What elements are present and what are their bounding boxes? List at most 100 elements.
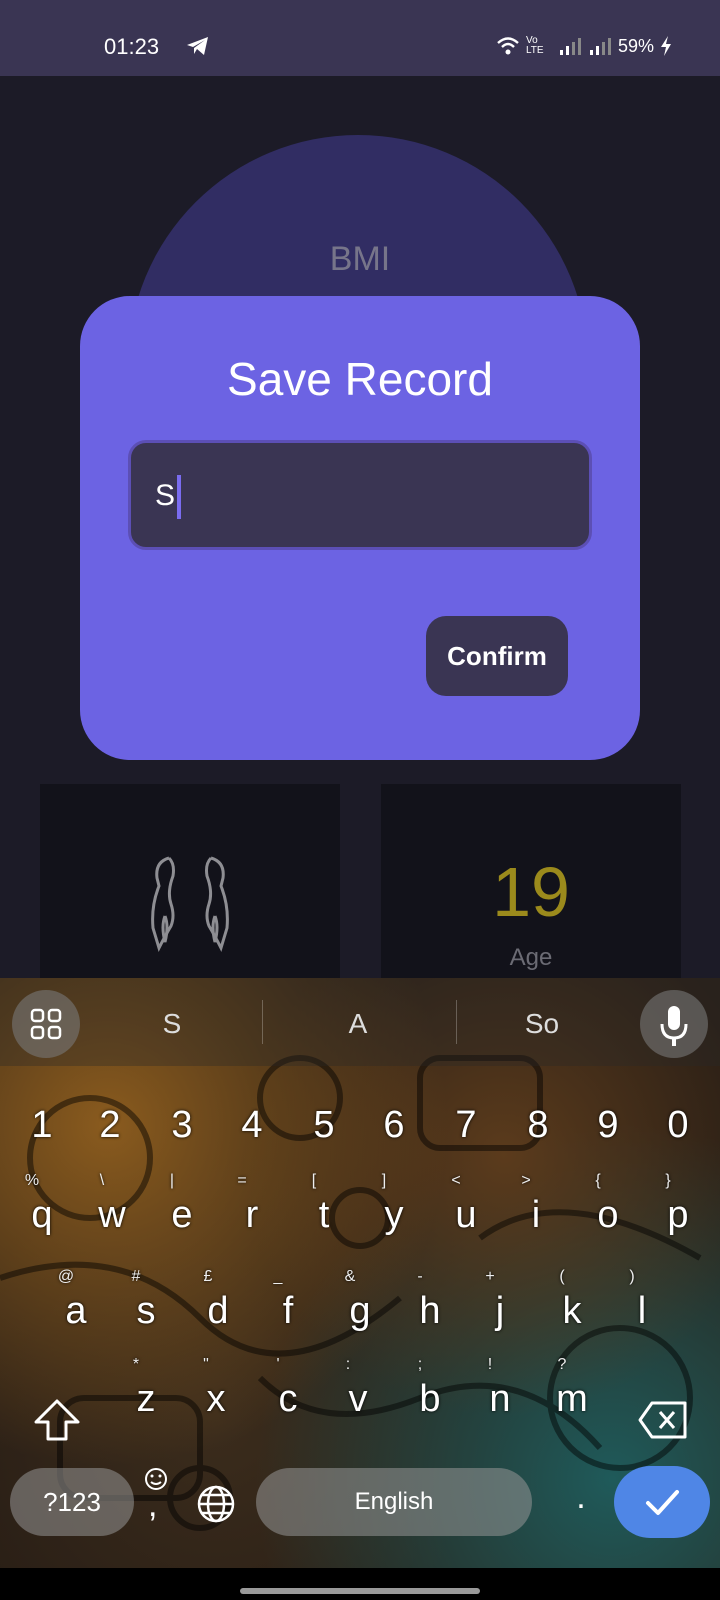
suggestion-divider [262, 1000, 263, 1044]
key-label: o [597, 1194, 619, 1236]
bmi-label: BMI [329, 240, 391, 278]
wifi-icon [497, 37, 519, 55]
key-u[interactable]: < u [436, 1172, 496, 1237]
dialog-title: Save Record [227, 353, 493, 405]
body-icon [151, 856, 229, 953]
key-label: d [207, 1290, 229, 1332]
gender-card[interactable] [40, 784, 340, 984]
key-6[interactable]: 6 [364, 1104, 424, 1147]
shift-icon[interactable] [32, 1398, 82, 1442]
key-label: n [489, 1378, 511, 1420]
key-m[interactable]: ? m [542, 1356, 602, 1421]
key-label: u [455, 1194, 477, 1236]
key-hint: = [237, 1172, 247, 1189]
key-hint: # [131, 1268, 141, 1285]
key-label: g [349, 1290, 371, 1332]
key-r[interactable]: = r [222, 1172, 282, 1237]
key-hint: % [24, 1172, 40, 1189]
age-label: Age [509, 944, 553, 971]
key-i[interactable]: > i [506, 1172, 566, 1237]
key-h[interactable]: -h [400, 1268, 460, 1333]
key-label: j [495, 1290, 505, 1332]
key-8[interactable]: 8 [508, 1104, 568, 1147]
key-label: x [206, 1378, 226, 1420]
status-indicators: Vo LTE 59% [496, 34, 672, 58]
key-label: a [65, 1290, 87, 1332]
signal-icon-2 [589, 38, 611, 55]
key-hint: _ [273, 1268, 283, 1285]
key-7[interactable]: 7 [436, 1104, 496, 1147]
save-record-dialog: Save Record S Confirm [80, 296, 640, 760]
voice-input-button[interactable] [640, 990, 708, 1058]
key-a[interactable]: @ a [46, 1268, 106, 1333]
key-5[interactable]: 5 [294, 1104, 354, 1147]
suggestion-1[interactable]: S [112, 1008, 232, 1040]
record-name-value: S [155, 479, 176, 512]
key-hint: ( [559, 1268, 565, 1285]
globe-icon[interactable] [196, 1484, 236, 1524]
key-0[interactable]: 0 [648, 1104, 708, 1147]
key-1[interactable]: 1 [12, 1104, 72, 1147]
key-label: w [98, 1194, 126, 1236]
key-hint: < [451, 1172, 461, 1189]
key-hint: + [485, 1268, 495, 1285]
key-label: l [637, 1290, 647, 1332]
key-x[interactable]: " x [186, 1356, 246, 1421]
key-z[interactable]: * z [116, 1356, 176, 1421]
key-j[interactable]: + j [470, 1268, 530, 1333]
key-c[interactable]: ' c [258, 1356, 318, 1421]
symbols-key[interactable]: ?123 [10, 1468, 134, 1536]
key-l[interactable]: ) l [612, 1268, 672, 1333]
key-label: s [136, 1290, 156, 1332]
suggestion-2[interactable]: A [298, 1008, 418, 1040]
key-4[interactable]: 4 [222, 1104, 282, 1147]
key-label: c [278, 1378, 298, 1420]
key-hint: | [169, 1172, 175, 1189]
key-9[interactable]: 9 [578, 1104, 638, 1147]
key-hint: £ [203, 1268, 213, 1285]
key-f[interactable]: _ f [258, 1268, 318, 1333]
key-n[interactable]: ! n [470, 1356, 530, 1421]
comma-label: , [148, 1486, 158, 1524]
key-2[interactable]: 2 [80, 1104, 140, 1147]
key-label: p [667, 1194, 689, 1236]
done-key[interactable] [614, 1466, 710, 1538]
suggestion-3[interactable]: So [482, 1008, 602, 1040]
status-time: 01:23 [104, 34, 160, 59]
key-hint: * [132, 1356, 140, 1373]
key-v[interactable]: :v [328, 1356, 388, 1421]
period-key[interactable]: . [566, 1478, 596, 1517]
space-key[interactable]: English [256, 1468, 532, 1536]
key-o[interactable]: {o [578, 1172, 638, 1237]
comma-key[interactable]: , [138, 1464, 174, 1534]
key-p[interactable]: } p [648, 1172, 708, 1237]
battery-percent: 59% [617, 35, 654, 56]
signal-icon-1 [559, 38, 581, 55]
backspace-icon[interactable] [638, 1400, 688, 1440]
key-hint: ] [381, 1172, 387, 1189]
key-g[interactable]: & g [330, 1268, 390, 1333]
suggestion-divider [456, 1000, 457, 1044]
key-hint: } [665, 1172, 671, 1189]
key-t[interactable]: [t [294, 1172, 354, 1237]
key-d[interactable]: £ d [188, 1268, 248, 1333]
key-s[interactable]: # s [116, 1268, 176, 1333]
key-3[interactable]: 3 [152, 1104, 212, 1147]
key-k[interactable]: (k [542, 1268, 602, 1333]
key-hint: ; [417, 1356, 423, 1373]
key-label: m [556, 1378, 588, 1420]
key-label: q [31, 1194, 53, 1236]
key-y[interactable]: ] y [364, 1172, 424, 1237]
key-q[interactable]: % q [12, 1172, 72, 1237]
key-w[interactable]: \ w [82, 1172, 142, 1237]
home-gesture-handle[interactable] [240, 1588, 480, 1594]
key-e[interactable]: | e [152, 1172, 212, 1237]
grid-button[interactable] [12, 990, 80, 1058]
key-b[interactable]: ; b [400, 1356, 460, 1421]
soft-keyboard: S A So 1 2 3 4 5 6 7 8 9 0 % q \ w | e = r [… [0, 978, 720, 1568]
key-hint: @ [57, 1268, 75, 1285]
record-name-input[interactable]: S [128, 440, 592, 550]
confirm-button[interactable]: Confirm [426, 616, 568, 696]
key-label: z [136, 1378, 156, 1420]
key-label: y [384, 1194, 404, 1236]
